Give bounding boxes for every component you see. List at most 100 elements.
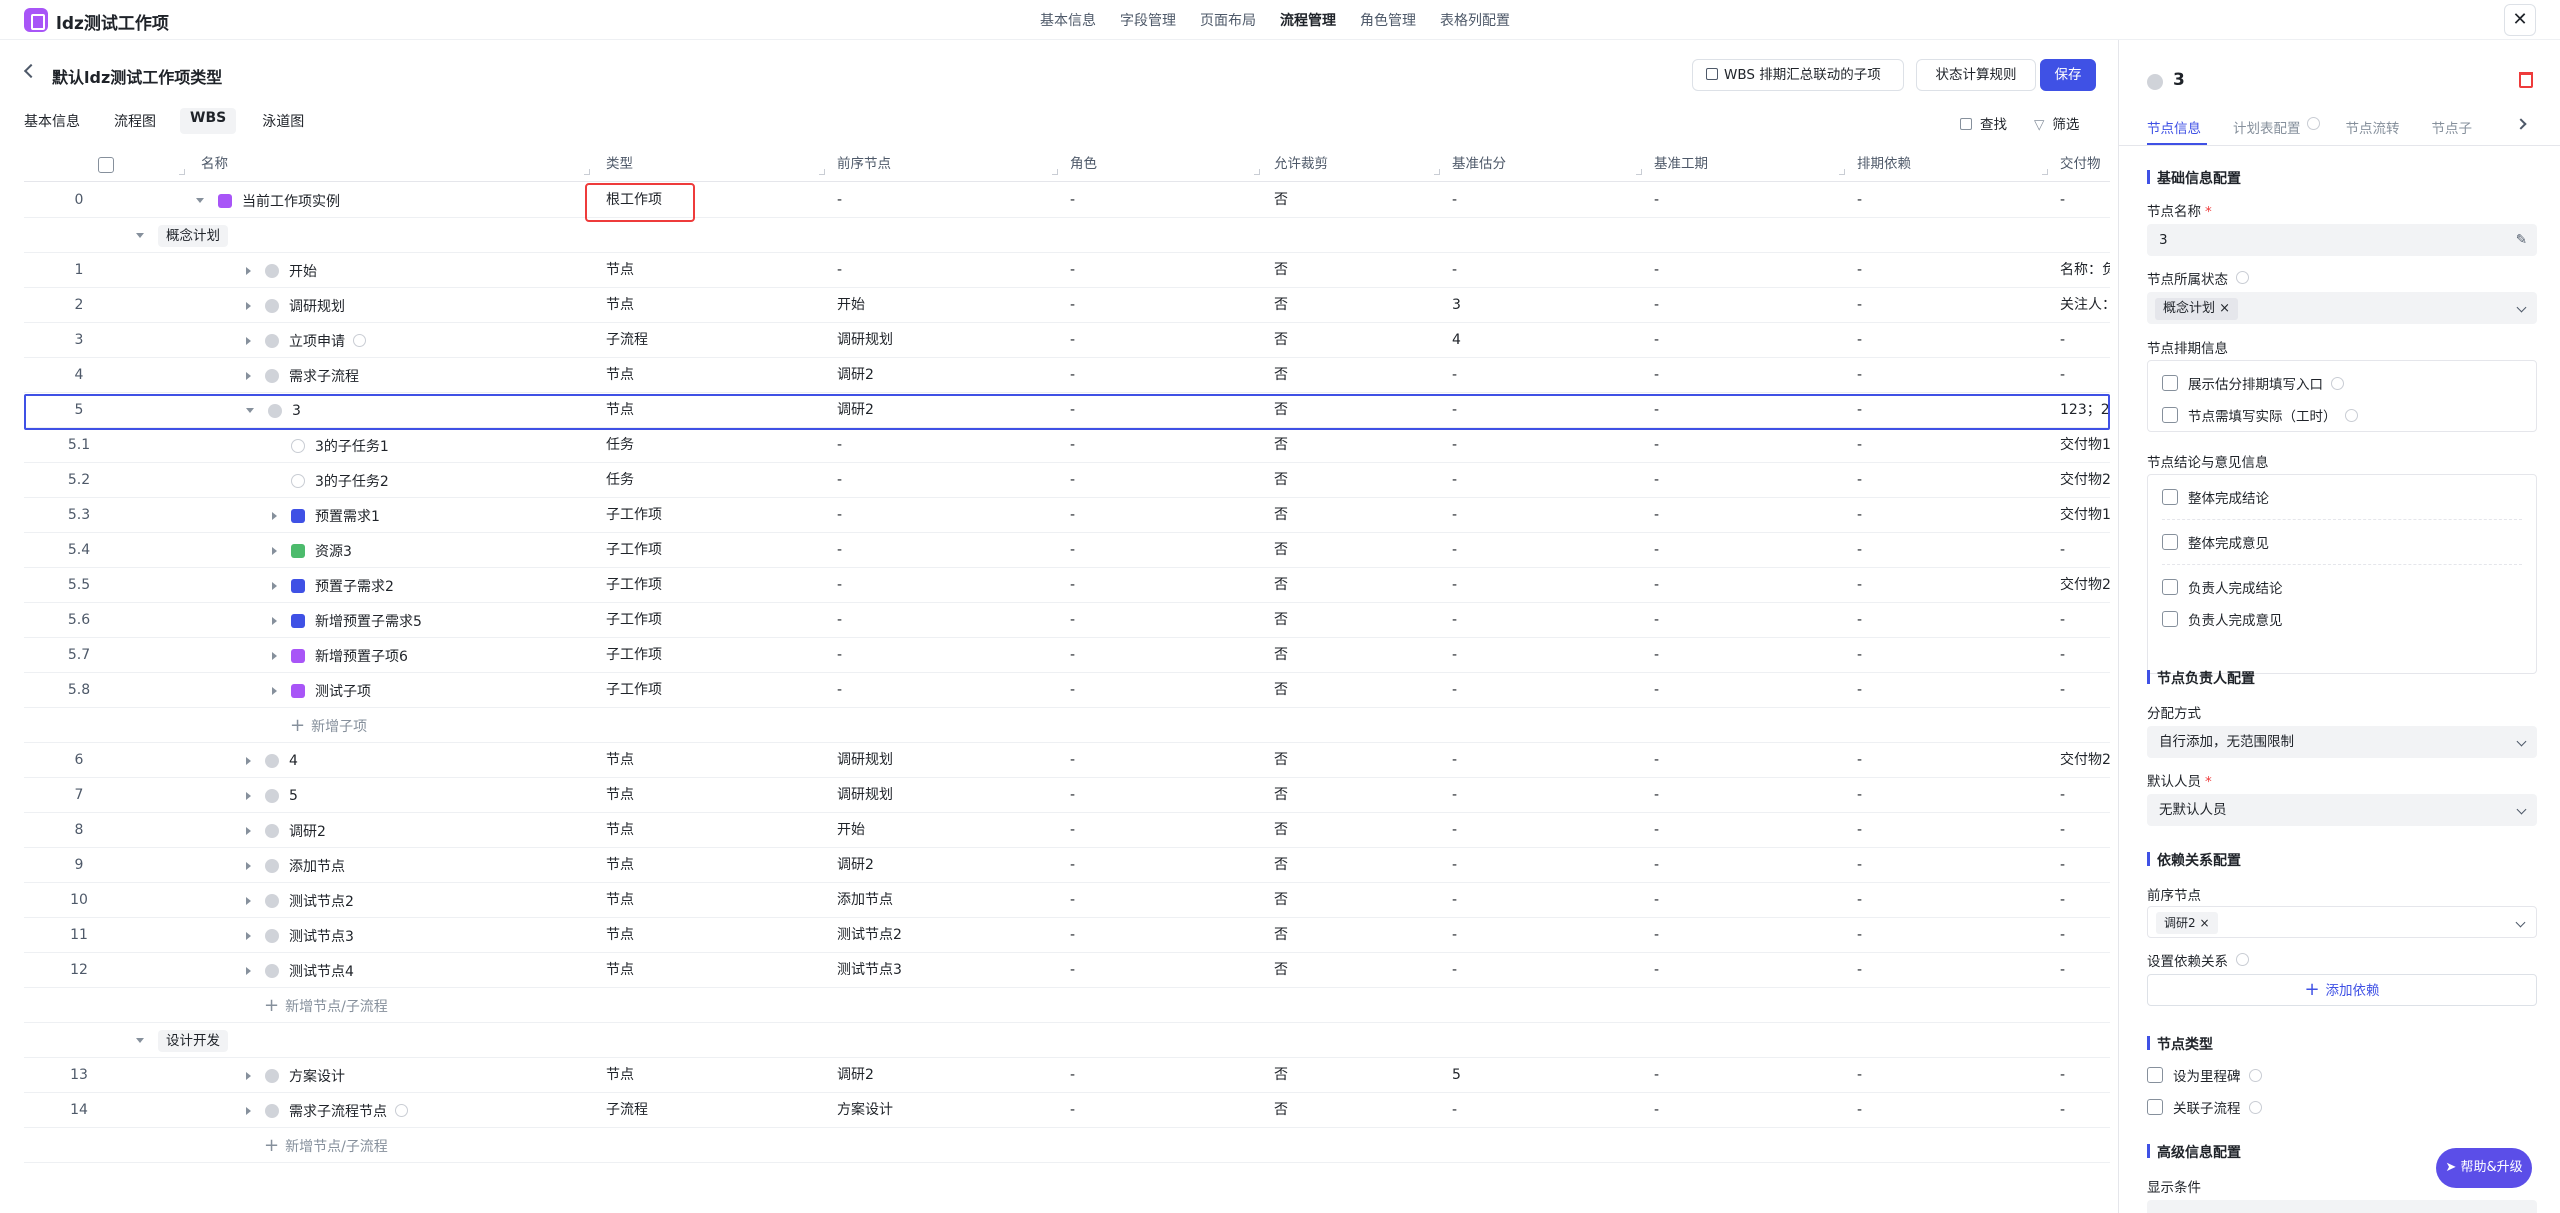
table-row[interactable]: 5.7 新增预置子项6 子工作项 - - 否 - - - - xyxy=(24,638,2110,673)
column-header-est[interactable]: 基准估分 xyxy=(1452,147,1506,182)
chevron-right-icon[interactable] xyxy=(272,581,277,590)
chevron-right-icon[interactable] xyxy=(246,1106,251,1115)
column-resize-handle[interactable] xyxy=(1434,169,1440,175)
filter-button[interactable]: ▽ 筛选 xyxy=(2034,113,2079,133)
table-row[interactable]: 14 需求子流程节点 子流程 方案设计 - 否 - - - - xyxy=(24,1093,2110,1128)
table-row[interactable]: 4 需求子流程 节点 调研2 - 否 - - - - xyxy=(24,358,2110,393)
link-subflow-checkbox[interactable]: 关联子流程 xyxy=(2147,1097,2262,1117)
column-header-type[interactable]: 类型 xyxy=(606,147,633,182)
panel-tab[interactable]: 节点流转 xyxy=(2346,117,2400,137)
table-row[interactable]: 5.5 预置子需求2 子工作项 - - 否 - - - 交付物2 xyxy=(24,568,2110,603)
table-row[interactable]: 5.8 测试子项 子工作项 - - 否 - - - - xyxy=(24,673,2110,708)
chevron-right-icon[interactable] xyxy=(272,546,277,555)
panel-tab[interactable]: 节点子 xyxy=(2432,117,2473,137)
table-row[interactable]: 5.6 新增预置子需求5 子工作项 - - 否 - - - - xyxy=(24,603,2110,638)
chevron-right-icon[interactable] xyxy=(246,966,251,975)
chevron-down-icon[interactable] xyxy=(136,1038,144,1043)
panel-tab[interactable]: 节点信息 xyxy=(2147,117,2201,137)
add-row[interactable]: + 新增子项 xyxy=(24,708,2110,743)
table-row[interactable]: 6 4 节点 调研规划 - 否 - - - 交付物2 xyxy=(24,743,2110,778)
node-name-input[interactable]: 3 ✎ xyxy=(2147,224,2537,256)
table-row[interactable]: 8 调研2 节点 开始 - 否 - - - - xyxy=(24,813,2110,848)
top-nav-item[interactable]: 字段管理 xyxy=(1120,10,1176,30)
top-nav-item[interactable]: 角色管理 xyxy=(1360,10,1416,30)
sub-tab[interactable]: 泳道图 xyxy=(262,111,304,131)
add-button[interactable]: + 新增节点/子流程 xyxy=(264,988,388,1023)
predecessor-select[interactable]: 调研2 × xyxy=(2147,906,2537,938)
overall-conclusion-checkbox[interactable]: 整体完成结论 xyxy=(2162,487,2269,507)
select-all-checkbox[interactable] xyxy=(98,157,114,173)
add-dependency-button[interactable]: + 添加依赖 xyxy=(2147,974,2537,1006)
table-row[interactable]: 0 当前工作项实例 根工作项 - - 否 - - - - xyxy=(24,183,2110,218)
table-row[interactable]: 5.1 3的子任务1 任务 - - 否 - - - 交付物1 xyxy=(24,428,2110,463)
add-row[interactable]: + 新增节点/子流程 xyxy=(24,1128,2110,1163)
sub-tab[interactable]: WBS xyxy=(180,108,237,134)
milestone-checkbox[interactable]: 设为里程碑 xyxy=(2147,1065,2262,1085)
chevron-down-icon[interactable] xyxy=(136,233,144,238)
help-upgrade-button[interactable]: ➤ 帮助&升级 xyxy=(2436,1148,2532,1188)
column-header-cut[interactable]: 允许裁剪 xyxy=(1274,147,1328,182)
column-header-deliv[interactable]: 交付物 xyxy=(2060,147,2101,182)
table-row[interactable]: 7 5 节点 调研规划 - 否 - - - - xyxy=(24,778,2110,813)
chevron-right-icon[interactable] xyxy=(246,791,251,800)
table-row[interactable]: 10 测试节点2 节点 添加节点 - 否 - - - - xyxy=(24,883,2110,918)
column-resize-handle[interactable] xyxy=(1839,169,1845,175)
chevron-right-icon[interactable] xyxy=(246,336,251,345)
column-header-name[interactable]: 名称 xyxy=(201,147,228,182)
add-button[interactable]: + 新增节点/子流程 xyxy=(264,1128,388,1163)
group-row[interactable]: 概念计划 xyxy=(24,218,2110,253)
column-header-dep[interactable]: 排期依赖 xyxy=(1857,147,1911,182)
delete-icon[interactable] xyxy=(2519,72,2533,88)
column-resize-handle[interactable] xyxy=(584,169,590,175)
schedule-entry-checkbox[interactable]: 展示估分排期填写入口 xyxy=(2162,373,2344,393)
top-nav-item[interactable]: 流程管理 xyxy=(1280,10,1336,30)
chevron-right-icon[interactable] xyxy=(272,616,277,625)
table-row[interactable]: 3 立项申请 子流程 调研规划 - 否 4 - - - xyxy=(24,323,2110,358)
chevron-right-icon[interactable] xyxy=(246,301,251,310)
panel-tab[interactable]: 计划表配置 xyxy=(2233,117,2301,137)
table-row[interactable]: 1 开始 节点 - - 否 - - - 名称：负 xyxy=(24,253,2110,288)
column-resize-handle[interactable] xyxy=(179,169,185,175)
sub-tab[interactable]: 流程图 xyxy=(114,111,156,131)
column-resize-handle[interactable] xyxy=(2042,169,2048,175)
table-row[interactable]: 5.2 3的子任务2 任务 - - 否 - - - 交付物2 xyxy=(24,463,2110,498)
add-button[interactable]: + 新增子项 xyxy=(290,708,367,743)
chevron-right-icon[interactable] xyxy=(2515,118,2527,130)
sub-tab[interactable]: 基本信息 xyxy=(24,111,80,131)
owner-conclusion-checkbox[interactable]: 负责人完成结论 xyxy=(2162,577,2283,597)
chevron-right-icon[interactable] xyxy=(246,861,251,870)
close-button[interactable]: ✕ xyxy=(2504,4,2536,36)
table-row[interactable]: 11 测试节点3 节点 测试节点2 - 否 - - - - xyxy=(24,918,2110,953)
top-nav-item[interactable]: 页面布局 xyxy=(1200,10,1256,30)
back-arrow-icon[interactable] xyxy=(23,63,39,79)
chevron-right-icon[interactable] xyxy=(272,651,277,660)
top-nav-item[interactable]: 基本信息 xyxy=(1040,10,1096,30)
find-button[interactable]: 查找 xyxy=(1960,113,2007,133)
chevron-right-icon[interactable] xyxy=(246,896,251,905)
table-row[interactable]: 2 调研规划 节点 开始 - 否 3 - - 关注人： xyxy=(24,288,2110,323)
chevron-right-icon[interactable] xyxy=(246,931,251,940)
chevron-down-icon[interactable] xyxy=(196,198,204,203)
table-row[interactable]: 5.4 资源3 子工作项 - - 否 - - - - xyxy=(24,533,2110,568)
table-row[interactable]: 13 方案设计 节点 调研2 - 否 5 - - - xyxy=(24,1058,2110,1093)
chevron-right-icon[interactable] xyxy=(246,1071,251,1080)
node-status-select[interactable]: 概念计划 × xyxy=(2147,292,2537,324)
table-row[interactable]: 9 添加节点 节点 调研2 - 否 - - - - xyxy=(24,848,2110,883)
table-row[interactable]: 5.3 预置需求1 子工作项 - - 否 - - - 交付物1 xyxy=(24,498,2110,533)
column-header-role[interactable]: 角色 xyxy=(1070,147,1097,182)
column-resize-handle[interactable] xyxy=(1254,169,1260,175)
save-button[interactable]: 保存 xyxy=(2040,59,2096,91)
chevron-right-icon[interactable] xyxy=(272,511,277,520)
top-nav-item[interactable]: 表格列配置 xyxy=(1440,10,1510,30)
column-resize-handle[interactable] xyxy=(1052,169,1058,175)
overall-opinion-checkbox[interactable]: 整体完成意见 xyxy=(2162,532,2269,552)
assign-select[interactable]: 自行添加，无范围限制 xyxy=(2147,726,2537,758)
chevron-right-icon[interactable] xyxy=(246,371,251,380)
chevron-right-icon[interactable] xyxy=(246,266,251,275)
default-person-select[interactable]: 无默认人员 xyxy=(2147,794,2537,826)
column-resize-handle[interactable] xyxy=(1636,169,1642,175)
chevron-right-icon[interactable] xyxy=(246,756,251,765)
wbs-linked-items-button[interactable]: WBS 排期汇总联动的子项 xyxy=(1692,59,1904,91)
chevron-right-icon[interactable] xyxy=(246,826,251,835)
chevron-right-icon[interactable] xyxy=(272,686,277,695)
